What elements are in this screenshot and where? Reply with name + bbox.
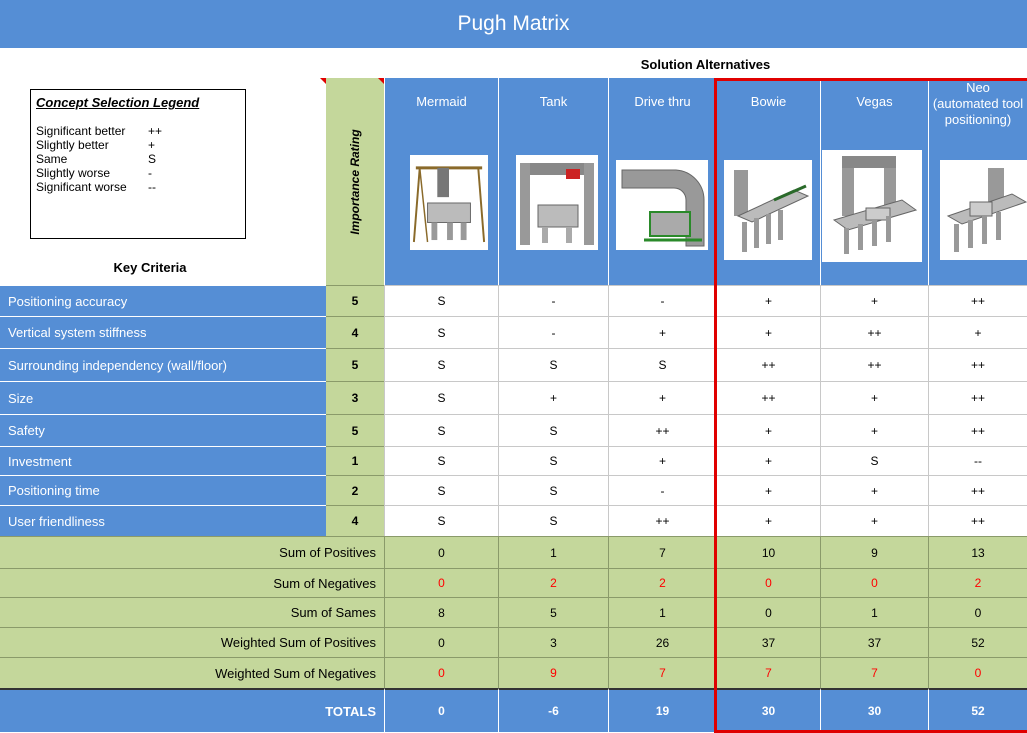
summary-value: 0 [384,657,498,688]
legend-item-symbol: - [148,166,152,180]
summary-label: Weighted Sum of Positives [0,627,384,657]
summary-value: 7 [608,657,716,688]
score-cell: S [384,348,498,381]
score-cell: + [608,446,716,475]
score-cell: S [384,414,498,446]
score-cell: S [384,446,498,475]
score-cell: S [384,316,498,348]
summary-value: 26 [608,627,716,657]
key-criteria-label: Key Criteria [113,260,187,275]
score-cell: S [384,285,498,316]
importance-rating: 5 [326,285,384,316]
importance-rating: 4 [326,505,384,536]
score-cell: - [498,285,608,316]
summary-label: Sum of Sames [0,597,384,627]
summary-value: 1 [498,536,608,568]
score-cell: S [498,475,608,505]
total-value: -6 [498,688,608,732]
total-value: 0 [384,688,498,732]
score-cell: + [608,381,716,414]
criterion-label: Positioning accuracy [0,285,326,316]
concept-selection-legend: Concept Selection Legend Significant bet… [30,89,246,239]
concept-image [616,160,708,250]
importance-rating: 1 [326,446,384,475]
legend-title: Concept Selection Legend [36,95,200,110]
importance-rating: 5 [326,414,384,446]
score-cell: + [498,381,608,414]
solution-alternatives-label: Solution Alternatives [640,56,771,72]
summary-value: 3 [498,627,608,657]
summary-value: 2 [498,568,608,597]
importance-rating: 2 [326,475,384,505]
legend-item-symbol: -- [148,180,156,194]
legend-item-symbol: ++ [148,124,163,138]
summary-value: 2 [608,568,716,597]
legend-item-symbol: + [148,138,156,152]
summary-value: 9 [498,657,608,688]
alternative-name: Tank [539,94,568,109]
summary-value: 0 [384,536,498,568]
importance-rating: 4 [326,316,384,348]
criterion-label: Safety [0,414,326,446]
legend-item-label: Slightly better [36,138,109,152]
summary-value: 7 [608,536,716,568]
score-cell: S [384,381,498,414]
criterion-label: User friendliness [0,505,326,536]
criterion-label: Surrounding independency (wall/floor) [0,348,326,381]
summary-label: Sum of Negatives [0,568,384,597]
importance-rating: 5 [326,348,384,381]
summary-value: 0 [384,627,498,657]
legend-item: Significant worse -- [36,180,245,194]
importance-rating-header: Importance Rating [326,78,384,285]
score-cell: S [384,505,498,536]
criterion-label: Size [0,381,326,414]
importance-rating-label: Importance Rating [348,128,362,235]
legend-item-label: Significant worse [36,180,127,194]
legend-item: Slightly better + [36,138,245,152]
score-cell: ++ [608,414,716,446]
score-cell: + [608,316,716,348]
criterion-label: Positioning time [0,475,326,505]
score-cell: - [608,285,716,316]
legend-item-label: Same [36,152,68,166]
totals-label: TOTALS [0,688,384,732]
score-cell: S [498,414,608,446]
criterion-label: Vertical system stiffness [0,316,326,348]
legend-item: Slightly worse - [36,166,245,180]
score-cell: S [608,348,716,381]
comment-marker-icon [320,78,326,84]
legend-item: Significant better ++ [36,124,245,138]
summary-label: Weighted Sum of Negatives [0,657,384,688]
criterion-label: Investment [0,446,326,475]
score-cell: - [498,316,608,348]
importance-rating: 3 [326,381,384,414]
score-cell: - [608,475,716,505]
score-cell: S [384,475,498,505]
score-cell: S [498,348,608,381]
summary-value: 0 [384,568,498,597]
legend-item-label: Significant better [36,124,126,138]
highlight-box [714,78,1027,733]
summary-value: 5 [498,597,608,627]
legend-item: Same S [36,152,245,166]
score-cell: S [498,505,608,536]
legend-item-label: Slightly worse [36,166,111,180]
score-cell: ++ [608,505,716,536]
concept-image [516,155,598,250]
matrix-title: Pugh Matrix [0,0,1027,48]
legend-item-symbol: S [148,152,157,166]
total-value: 19 [608,688,716,732]
summary-value: 1 [608,597,716,627]
alternative-name: Drive thru [634,94,691,109]
concept-image [410,155,488,250]
summary-value: 8 [384,597,498,627]
alternative-name: Mermaid [416,94,467,109]
score-cell: S [498,446,608,475]
summary-label: Sum of Positives [0,536,384,568]
